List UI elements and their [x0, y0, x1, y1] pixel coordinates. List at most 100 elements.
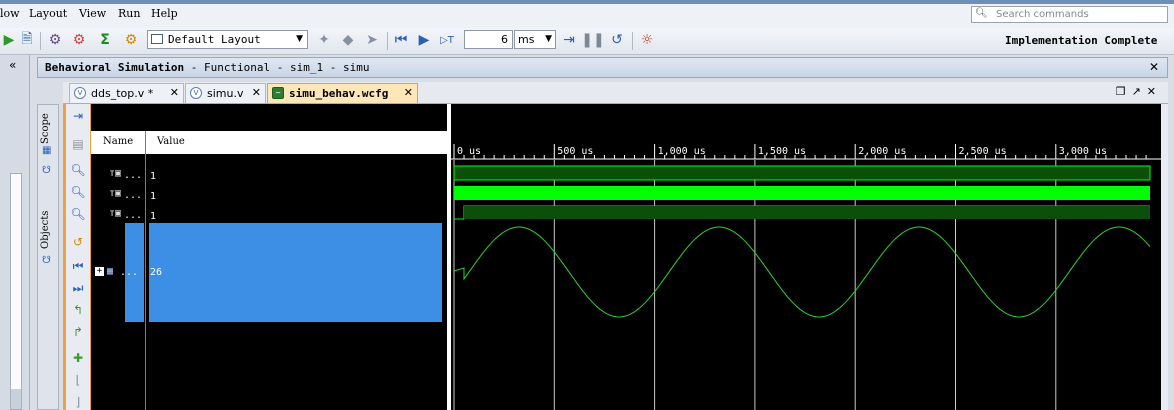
time-tick-label: 0 us	[457, 146, 481, 157]
tab-window-controls[interactable]: ❐↗✕	[1116, 85, 1162, 98]
menu-view[interactable]: View	[79, 7, 106, 20]
add-marker-icon[interactable]: ✚	[69, 350, 87, 366]
close-icon[interactable]: ✕	[252, 86, 261, 99]
go-to-end-icon[interactable]: ⏭	[69, 280, 87, 296]
wave-vertical-scrollbar[interactable]	[1161, 104, 1168, 410]
menu-run[interactable]: Run	[118, 7, 140, 20]
scope-icon: ▦	[42, 145, 52, 156]
main-toolbar: ▶ 🗎 ⚙ ⚙ Σ ⚙ Default Layout ▼ ✦ ◆ ➤ ⏮ ▶ ▷…	[0, 28, 1174, 55]
implementation-status: Implementation Complete	[1005, 34, 1158, 47]
menu-flow[interactable]: low	[0, 7, 20, 20]
add-source-icon[interactable]: 🗎	[18, 31, 36, 49]
go-to-cursor-icon[interactable]: ↺	[69, 234, 87, 250]
tab-objects[interactable]: Objects	[40, 205, 58, 255]
waveform-canvas[interactable]: 0 us 500 us 1,000 us 1,500 us 2,000 us 2,500 …	[451, 104, 1161, 410]
hierarchy-icon: ☋	[42, 165, 51, 176]
value-column-header[interactable]: Value	[157, 136, 185, 147]
waveform-display[interactable]: 0 us 500 us 1,000 us 1,500 us 2,000 us 2,500 …	[451, 104, 1161, 410]
pin-icon[interactable]: ✦	[315, 31, 333, 49]
signal-names-panel: Name Value т▣ ... 1 т▣ ... 1 т▣ ... 1 + …	[91, 104, 447, 410]
fit-icon[interactable]: ⇥	[69, 108, 87, 124]
help-icon[interactable]: ☼	[638, 31, 656, 49]
signal-row[interactable]: т▣ ... 1	[91, 166, 447, 184]
step-icon[interactable]: ⇥	[560, 31, 578, 49]
close-icon[interactable]: ✕	[404, 86, 413, 99]
relaunch-icon[interactable]: ↺	[608, 31, 626, 49]
signal-name: ...	[124, 210, 143, 221]
tab-label: simu_behav.wcfg	[289, 87, 389, 100]
time-tick-label: 2,000 us	[858, 146, 906, 157]
panel-title: Behavioral Simulation - Functional - sim…	[45, 61, 370, 74]
panel-title-detail: - Functional - sim_1 - simu	[184, 61, 370, 74]
zoom-in-icon[interactable]: 🔍︎	[69, 162, 87, 178]
run-time-unit-select[interactable]: ms ▼	[514, 30, 556, 49]
signal-row[interactable]: т▣ ... 1	[91, 206, 447, 224]
editor-tab-bar: V dds_top.v * ✕ V simu.v ✕ ~ simu_behav.…	[63, 82, 1168, 103]
restart-icon[interactable]: ⏮	[392, 31, 410, 49]
zoom-out-icon[interactable]: 🔍︎	[69, 184, 87, 200]
search-input[interactable]: 🔍︎ Search commands	[971, 6, 1168, 23]
tab-simu-behav-wcfg[interactable]: ~ simu_behav.wcfg ✕	[267, 83, 418, 103]
bus-signal-row[interactable]: + ▦ ... 26	[91, 264, 447, 282]
left-scrollbar-handle[interactable]	[11, 389, 21, 409]
next-marker-icon[interactable]: ⌋	[69, 394, 87, 410]
signal-1-band[interactable]	[453, 165, 1151, 181]
left-scrollbar[interactable]	[10, 173, 22, 410]
run-icon[interactable]: ▶	[0, 31, 18, 49]
menu-bar: low Layout View Run Help 🔍︎ Search comma…	[0, 0, 1174, 28]
signal-row[interactable]: т▣ ... 1	[91, 186, 447, 204]
signal-name: ...	[124, 190, 143, 201]
zoom-fit-icon[interactable]: 🔍︎	[69, 206, 87, 222]
simulation-panel-header: Behavioral Simulation - Functional - sim…	[37, 57, 1168, 78]
menu-layout[interactable]: Layout	[29, 7, 67, 20]
search-placeholder: Search commands	[996, 9, 1089, 20]
run-time-unit-value: ms	[518, 33, 535, 46]
bus-analog-trace[interactable]	[453, 226, 1151, 318]
run-for-time-icon[interactable]: ▷T	[438, 31, 456, 49]
close-icon[interactable]: ✕	[1149, 60, 1159, 74]
tab-dds-top[interactable]: V dds_top.v * ✕	[69, 83, 184, 103]
gear-icon[interactable]: ⚙	[122, 31, 140, 49]
chevron-down-icon: ▼	[296, 34, 303, 44]
previous-transition-icon[interactable]: ↰	[69, 302, 87, 318]
tab-simu-v[interactable]: V simu.v ✕	[185, 83, 266, 103]
bus-name: ...	[120, 267, 139, 278]
signal-2-band[interactable]	[454, 186, 1150, 200]
flag-icon[interactable]: ◆	[339, 31, 357, 49]
previous-marker-icon[interactable]: ⌊	[69, 372, 87, 388]
time-tick-label: 2,500 us	[959, 146, 1007, 157]
pause-icon[interactable]: ❚❚	[581, 31, 604, 49]
search-icon: 🔍︎	[975, 8, 988, 19]
cursor-icon[interactable]: ➤	[363, 31, 381, 49]
close-icon[interactable]: ✕	[170, 86, 179, 99]
chevron-down-icon: ▼	[545, 34, 552, 44]
expand-icon[interactable]: +	[95, 267, 104, 276]
go-to-start-icon[interactable]: ⏮	[69, 258, 87, 274]
save-icon[interactable]: ▤	[69, 136, 87, 152]
name-column-header[interactable]: Name	[103, 136, 133, 147]
signal-icon: т▣	[109, 168, 122, 179]
menu-help[interactable]: Help	[151, 7, 178, 20]
signal-icon: т▣	[109, 208, 122, 219]
layout-select[interactable]: Default Layout ▼	[147, 30, 308, 49]
run-time-input[interactable]: 6	[464, 30, 513, 49]
collapse-icon[interactable]: «	[9, 58, 16, 72]
wave-toolbar: ⇥ ▤ 🔍︎ 🔍︎ 🔍︎ ↺ ⏮ ⏭ ↰ ↱ ✚ ⌊ ⌋	[66, 104, 90, 410]
objects-icon: ☋	[42, 255, 51, 266]
time-ruler: 0 us 500 us 1,000 us 1,500 us 2,000 us 2,500 …	[451, 144, 1161, 160]
window-title-strip	[0, 0, 1174, 4]
run-all-icon[interactable]: ▶	[415, 31, 433, 49]
signal-value: 1	[150, 171, 157, 182]
settings-icon[interactable]: ⚙	[46, 31, 64, 49]
bus-icon: ▦	[107, 266, 114, 277]
time-tick-label: 3,000 us	[1059, 146, 1107, 157]
side-tab-strip: Scope ▦ ☋ Objects ☋	[37, 104, 59, 410]
report-icon[interactable]: ⚙	[70, 31, 88, 49]
panel-title-main: Behavioral Simulation	[45, 61, 185, 74]
time-tick-label: 1,500 us	[758, 146, 806, 157]
next-transition-icon[interactable]: ↱	[69, 324, 87, 340]
signal-value: 1	[150, 191, 157, 202]
sigma-icon[interactable]: Σ	[96, 31, 114, 49]
tab-scope[interactable]: Scope	[40, 109, 58, 149]
signal-icon: т▣	[109, 188, 122, 199]
